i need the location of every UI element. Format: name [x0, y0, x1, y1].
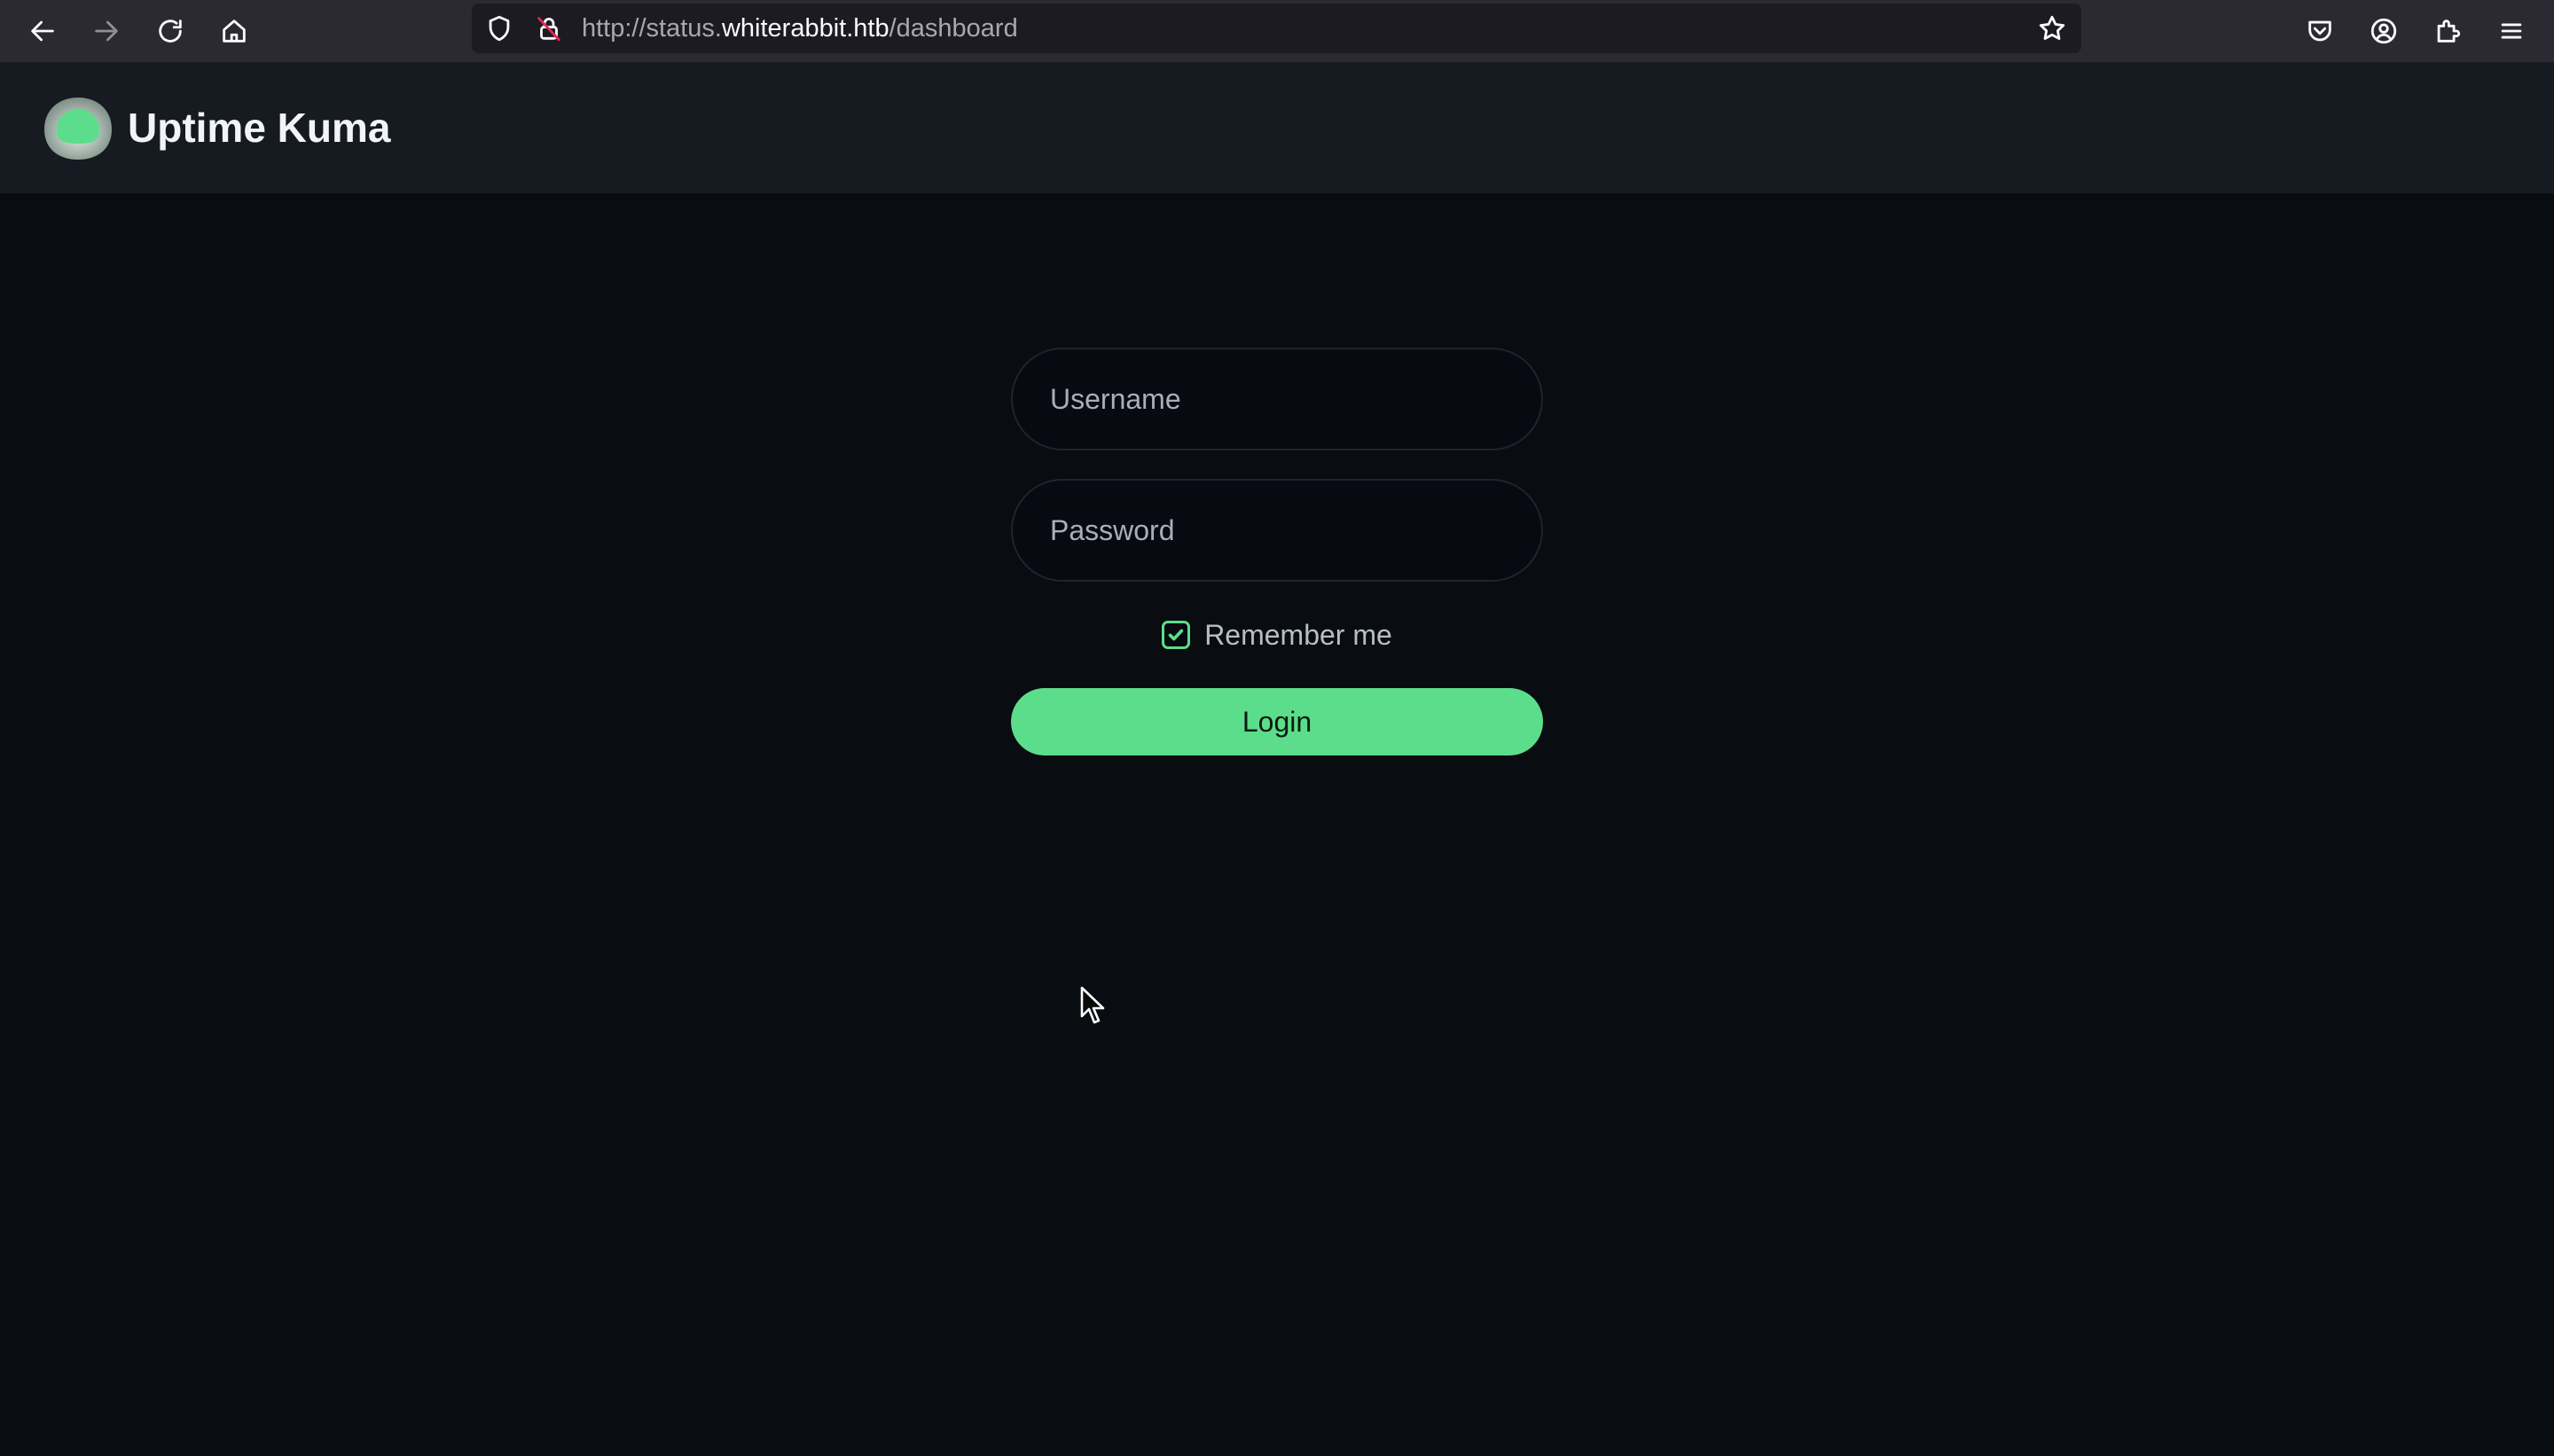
star-icon [2039, 15, 2065, 40]
puzzle-icon [2437, 20, 2461, 43]
checkmark-icon [1168, 629, 1184, 641]
mouse-cursor-icon [1080, 986, 1105, 1024]
app-header: Uptime Kuma [0, 62, 2554, 193]
url-path: /dashboard [889, 14, 1018, 43]
site-security-button[interactable] [534, 13, 564, 43]
username-input[interactable] [1011, 348, 1543, 450]
bookmark-button[interactable] [2037, 13, 2067, 43]
account-icon [2370, 18, 2397, 44]
home-button[interactable] [213, 10, 255, 52]
password-input[interactable] [1011, 479, 1543, 582]
tracking-protection-button[interactable] [484, 13, 514, 43]
hamburger-menu-icon [2501, 23, 2522, 39]
pocket-button[interactable] [2299, 10, 2341, 52]
extensions-button[interactable] [2426, 10, 2469, 52]
reload-icon [159, 20, 182, 43]
app-menu-button[interactable] [2490, 10, 2533, 52]
arrow-right-icon [95, 20, 118, 42]
uptime-kuma-logo-icon[interactable] [43, 94, 114, 161]
shield-icon [489, 15, 510, 42]
browser-toolbar: http://status.whiterabbit.htb/dashboard [0, 0, 2554, 62]
arrow-left-icon [31, 20, 54, 42]
url-host: whiterabbit.htb [721, 14, 889, 43]
url-text: http://status.whiterabbit.htb/dashboard [582, 4, 1018, 53]
forward-button[interactable] [85, 10, 128, 52]
lock-insecure-icon [537, 17, 560, 42]
url-bar[interactable]: http://status.whiterabbit.htb/dashboard [472, 4, 2081, 53]
pocket-icon [2308, 20, 2331, 42]
home-icon [223, 20, 246, 43]
login-button[interactable]: Login [1011, 688, 1543, 755]
remember-me-row[interactable]: Remember me [1011, 617, 1543, 653]
account-button[interactable] [2362, 10, 2405, 52]
remember-me-checkbox[interactable] [1162, 621, 1191, 649]
login-form: Remember me Login [1011, 348, 1543, 755]
back-button[interactable] [21, 10, 64, 52]
remember-me-label: Remember me [1204, 618, 1392, 651]
reload-button[interactable] [149, 10, 192, 52]
app-title[interactable]: Uptime Kuma [128, 103, 390, 153]
url-prefix: http://status. [582, 14, 722, 43]
